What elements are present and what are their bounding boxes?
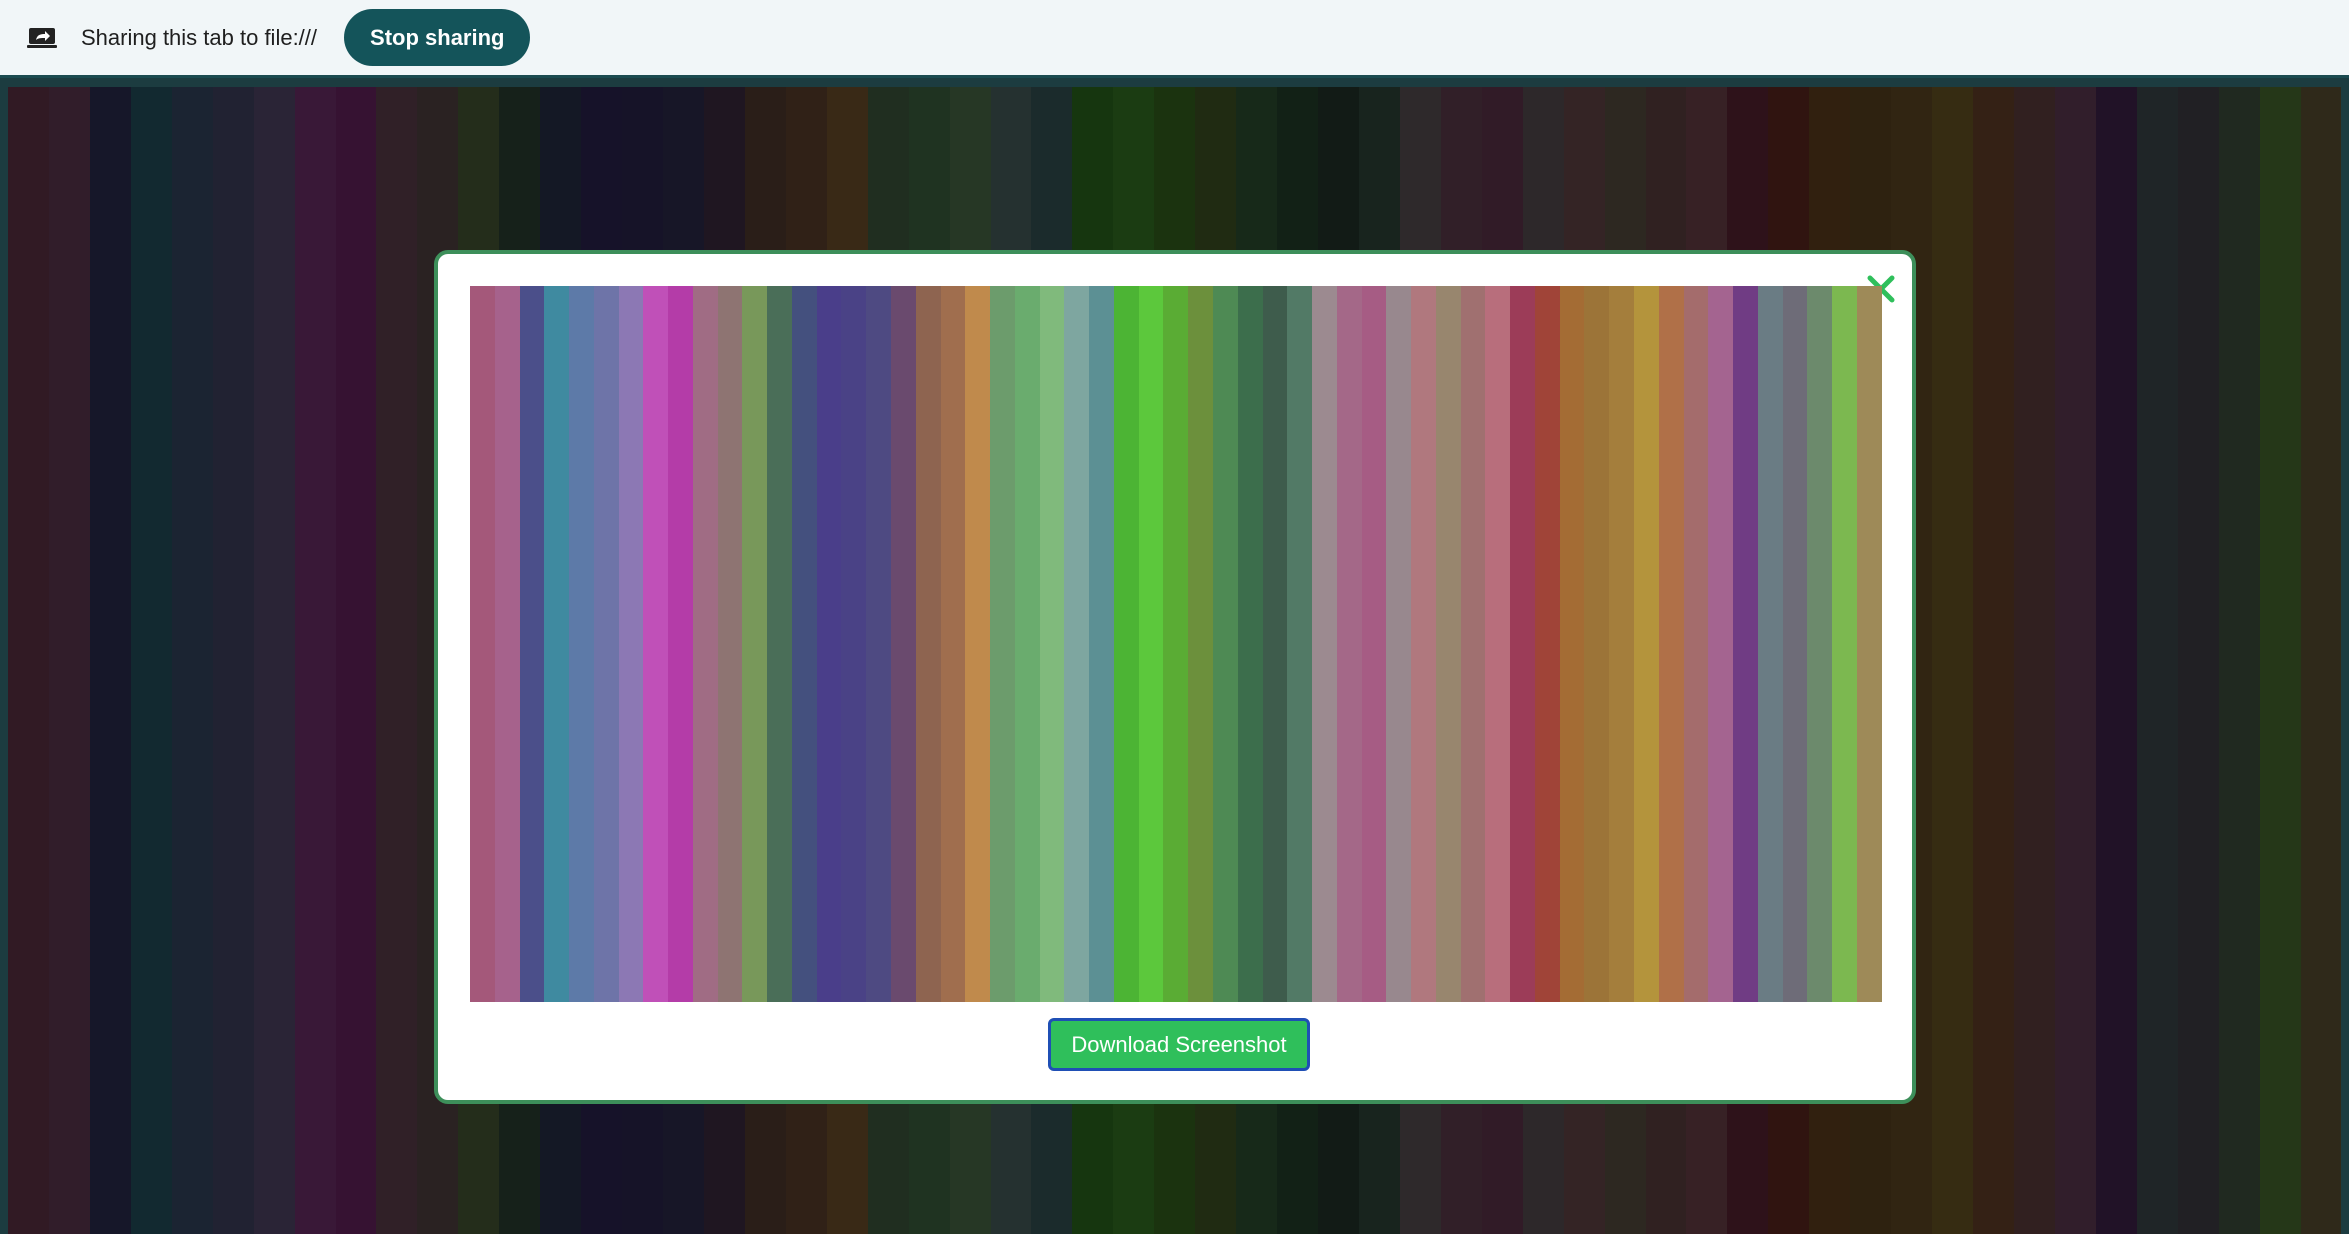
color-stripe [544, 286, 570, 1002]
color-stripe [643, 286, 669, 1002]
color-stripe [1584, 286, 1610, 1002]
color-stripe [1163, 286, 1189, 1002]
color-stripe [915, 286, 941, 1002]
color-stripe [1138, 286, 1164, 1002]
color-stripe [1856, 286, 1882, 1002]
screenshot-modal: Download Screenshot [434, 250, 1916, 1104]
color-stripe [1287, 286, 1313, 1002]
color-stripe [1832, 286, 1857, 1002]
color-stripe [1089, 286, 1114, 1002]
color-stripe [1609, 286, 1634, 1002]
color-stripe [569, 286, 594, 1002]
color-stripe [668, 286, 693, 1002]
color-stripe [791, 286, 817, 1002]
color-stripe [1757, 286, 1783, 1002]
screenshot-preview-image [470, 286, 1882, 1002]
color-stripe [1039, 286, 1065, 1002]
color-stripe [1534, 286, 1560, 1002]
color-stripe [494, 286, 520, 1002]
color-stripe [1237, 286, 1263, 1002]
color-stripe [1361, 286, 1387, 1002]
color-stripe [767, 286, 792, 1002]
download-screenshot-button[interactable]: Download Screenshot [1048, 1018, 1310, 1071]
color-stripe [519, 286, 545, 1002]
color-stripe [866, 286, 892, 1002]
color-stripe [1336, 286, 1362, 1002]
color-stripe [1559, 286, 1585, 1002]
color-stripe [1064, 286, 1090, 1002]
color-stripe [1683, 286, 1709, 1002]
color-stripe [841, 286, 867, 1002]
color-stripe [593, 286, 619, 1002]
color-stripe [1386, 286, 1412, 1002]
color-stripe [1782, 286, 1808, 1002]
stop-sharing-button[interactable]: Stop sharing [344, 9, 531, 66]
color-stripe [1113, 286, 1139, 1002]
color-stripe [990, 286, 1015, 1002]
color-stripe [470, 286, 495, 1002]
color-stripe [1733, 286, 1758, 1002]
color-stripe [1658, 286, 1684, 1002]
color-stripe [1411, 286, 1436, 1002]
color-stripe [1460, 286, 1486, 1002]
tab-sharing-bar: Sharing this tab to file:/// Stop sharin… [0, 0, 2349, 78]
color-stripe [1312, 286, 1337, 1002]
color-stripe [1014, 286, 1040, 1002]
color-stripe [1510, 286, 1535, 1002]
color-stripe [742, 286, 768, 1002]
color-stripe [1807, 286, 1833, 1002]
sharing-status-text: Sharing this tab to file:/// [81, 24, 318, 50]
color-stripe [1188, 286, 1213, 1002]
color-stripe [1485, 286, 1511, 1002]
screen-share-icon [27, 27, 57, 49]
color-stripe [618, 286, 644, 1002]
color-stripe [940, 286, 966, 1002]
color-stripe [1708, 286, 1734, 1002]
color-stripe [891, 286, 916, 1002]
color-stripe [692, 286, 718, 1002]
color-stripe [816, 286, 842, 1002]
color-stripe [717, 286, 743, 1002]
color-stripe [1435, 286, 1461, 1002]
color-stripe [1633, 286, 1659, 1002]
color-stripe [1262, 286, 1288, 1002]
color-stripe [965, 286, 991, 1002]
color-stripe [1212, 286, 1238, 1002]
